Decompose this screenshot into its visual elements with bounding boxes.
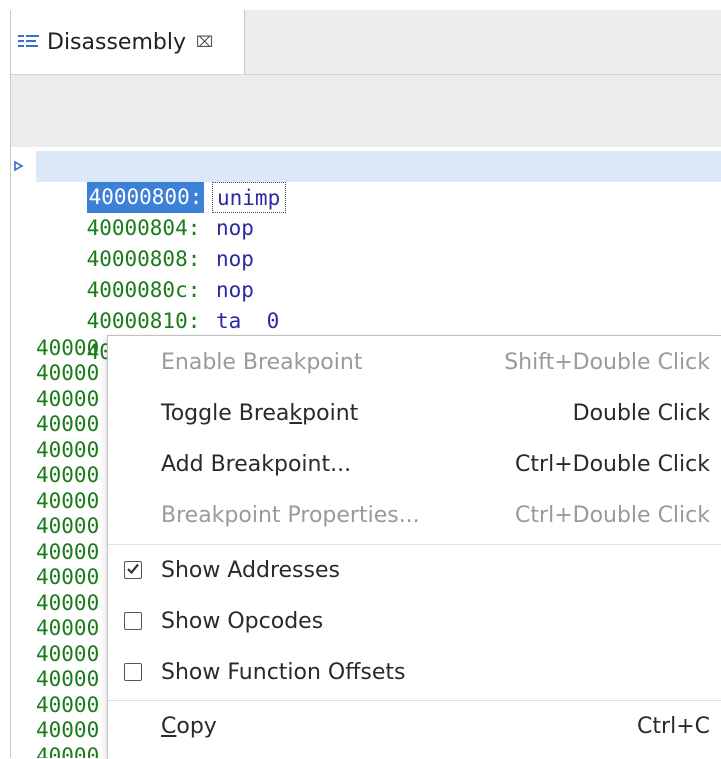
tab-disassembly[interactable]: Disassembly ⌧ xyxy=(11,10,245,74)
disassembly-row-occluded[interactable]: 40000 xyxy=(36,540,99,565)
instruction-cell: unimp xyxy=(212,182,287,213)
close-icon[interactable]: ⌧ xyxy=(196,34,213,50)
disassembly-row-occluded[interactable]: 40000 xyxy=(36,514,99,539)
checkbox-unchecked-icon[interactable] xyxy=(124,663,142,681)
menu-item-toggle-breakpoint[interactable]: Toggle Breakpoint Double Click xyxy=(108,389,721,440)
disassembly-row-occluded[interactable]: 40000 xyxy=(36,565,99,590)
disassembly-row-occluded[interactable]: 40000 xyxy=(36,489,99,514)
instruction-cell: nop xyxy=(216,216,254,240)
disassembly-row-occluded[interactable]: 40000 xyxy=(36,642,99,667)
disassembly-row[interactable]: 40000808: nop xyxy=(36,213,254,271)
context-menu: Enable Breakpoint Shift+Double Click Tog… xyxy=(107,335,721,759)
instruction-cell: ta 0 xyxy=(216,309,280,333)
disassembly-row-occluded[interactable]: 40000 xyxy=(36,693,99,718)
address-cell: 40000 xyxy=(36,565,100,589)
view-toolbar xyxy=(11,75,721,147)
menu-item-add-breakpoint[interactable]: Add Breakpoint... Ctrl+Double Click xyxy=(108,440,721,491)
tab-title: Disassembly xyxy=(47,29,186,55)
disassembly-row-occluded[interactable]: 40000 xyxy=(36,336,99,361)
address-cell: 40000 xyxy=(36,387,100,411)
disassembly-row-occluded[interactable]: 40000 xyxy=(36,412,99,437)
menu-item-label: Copy xyxy=(161,714,217,739)
disassembly-row[interactable]: 40000810: ta 0 xyxy=(36,275,280,333)
disassembly-row[interactable]: 40000800: unimp xyxy=(36,151,287,213)
address-cell: 40000 xyxy=(36,489,100,513)
disassembly-row-occluded[interactable]: 40000 xyxy=(36,616,99,641)
disassembly-row-occluded[interactable]: 40000 xyxy=(36,361,99,386)
menu-separator xyxy=(108,544,721,545)
checkbox-checked-icon[interactable] xyxy=(124,561,142,579)
window-top-strip xyxy=(0,0,721,10)
address-cell: 40000 xyxy=(36,642,100,666)
address-cell: 40000 xyxy=(36,744,100,758)
address-cell: 40000 xyxy=(36,438,100,462)
menu-item-label: Show Addresses xyxy=(161,558,340,583)
menu-item-shortcut: Shift+Double Click xyxy=(504,350,710,375)
menu-item-label: Show Function Offsets xyxy=(161,660,406,685)
mnemonic-letter: k xyxy=(289,401,303,426)
menu-item-shortcut: Ctrl+Double Click xyxy=(515,503,710,528)
menu-item-label: Add Breakpoint... xyxy=(161,452,352,477)
disassembly-row-partial[interactable]: 40000 xyxy=(36,744,99,758)
menu-item-label: Toggle Breakpoint xyxy=(161,401,359,426)
menu-item-shortcut: Double Click xyxy=(572,401,710,426)
disassembly-row[interactable]: 40000804: nop xyxy=(36,182,254,240)
menu-item-copy[interactable]: Copy Ctrl+C xyxy=(108,702,721,753)
mnemonic-letter: C xyxy=(161,714,177,739)
disassembly-row[interactable]: 4000080c: nop xyxy=(36,244,254,302)
menu-item-shortcut: Ctrl+C xyxy=(637,714,710,739)
address-cell: 40000 xyxy=(36,361,100,385)
checkbox-unchecked-icon[interactable] xyxy=(124,612,142,630)
address-cell: 40000 xyxy=(36,540,100,564)
disassembly-row-occluded[interactable]: 40000 xyxy=(36,463,99,488)
instruction-cell: nop xyxy=(216,278,254,302)
address-cell: 40000 xyxy=(36,591,100,615)
menu-item-show-addresses[interactable]: Show Addresses xyxy=(108,546,721,597)
address-cell: 40000 xyxy=(36,693,100,717)
disassembly-row-occluded[interactable]: 40000 xyxy=(36,667,99,692)
address-cell: 40000 xyxy=(36,463,100,487)
disassembly-view-icon xyxy=(18,35,39,47)
instruction-pointer-icon xyxy=(14,161,24,171)
menu-item-label: Enable Breakpoint xyxy=(161,350,363,375)
menu-item-label: Show Opcodes xyxy=(161,609,324,634)
address-cell: 40000 xyxy=(36,718,100,742)
instruction-cell: nop xyxy=(216,247,254,271)
menu-item-label: Breakpoint Properties... xyxy=(161,503,420,528)
disassembly-row[interactable]: 40000814:nop xyxy=(36,306,254,364)
address-cell: 40000 xyxy=(36,667,100,691)
disassembly-row-occluded[interactable]: 40000 xyxy=(36,718,99,743)
address-cell: 40000 xyxy=(36,514,100,538)
address-cell: 40000 xyxy=(36,616,100,640)
view-tab-bar: Disassembly ⌧ xyxy=(11,10,721,75)
menu-item-show-function-offsets[interactable]: Show Function Offsets xyxy=(108,648,721,699)
address-cell: 40000 xyxy=(36,336,100,360)
disassembly-row-occluded[interactable]: 40000 xyxy=(36,387,99,412)
menu-item-breakpoint-properties[interactable]: Breakpoint Properties... Ctrl+Double Cli… xyxy=(108,491,721,542)
menu-item-show-opcodes[interactable]: Show Opcodes xyxy=(108,597,721,648)
disassembly-row-occluded[interactable]: 40000 xyxy=(36,438,99,463)
menu-item-enable-breakpoint[interactable]: Enable Breakpoint Shift+Double Click xyxy=(108,338,721,389)
menu-item-shortcut: Ctrl+Double Click xyxy=(515,452,710,477)
address-cell: 40000 xyxy=(36,412,100,436)
menu-separator xyxy=(108,700,721,701)
disassembly-row-occluded[interactable]: 40000 xyxy=(36,591,99,616)
